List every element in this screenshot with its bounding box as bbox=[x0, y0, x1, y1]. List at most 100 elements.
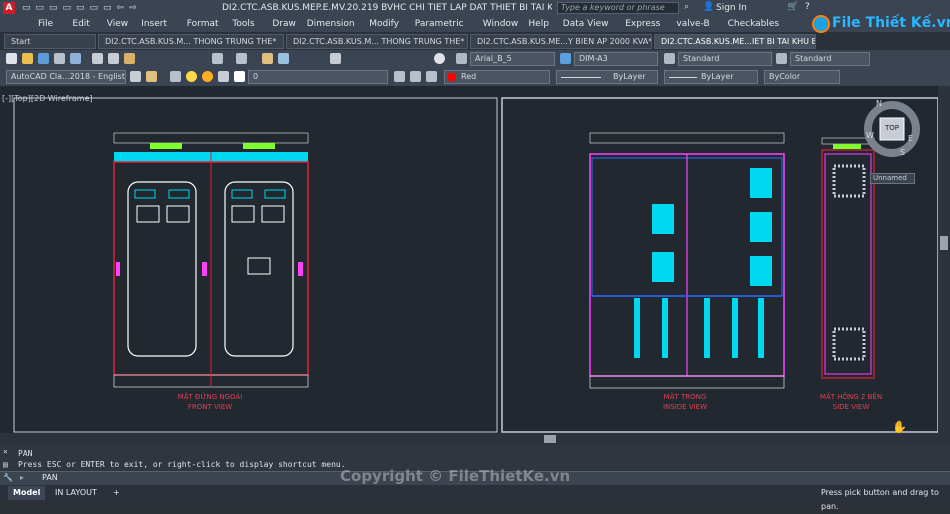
redo-icon[interactable] bbox=[236, 53, 247, 64]
vertical-scrollbar[interactable] bbox=[938, 86, 950, 433]
menu-item-file[interactable]: File bbox=[38, 19, 53, 29]
side-handle-strip bbox=[833, 144, 861, 149]
brand-text: File Thiết Kế.vn bbox=[832, 15, 950, 31]
sun-icon[interactable] bbox=[202, 71, 213, 82]
red-swatch-icon bbox=[448, 73, 456, 81]
menu-item-edit[interactable]: Edit bbox=[72, 19, 89, 29]
lightbulb-icon[interactable] bbox=[186, 71, 197, 82]
make-current-icon[interactable] bbox=[394, 71, 405, 82]
command-close-icon[interactable]: ✕ bbox=[3, 447, 8, 456]
command-input[interactable]: PAN bbox=[42, 473, 58, 482]
front-handle-right bbox=[298, 262, 303, 276]
properties-icon[interactable] bbox=[330, 53, 341, 64]
color-combo[interactable]: Red bbox=[444, 70, 550, 84]
layer-properties-icon[interactable] bbox=[146, 71, 157, 82]
inside-breaker-1 bbox=[652, 204, 674, 234]
pan-icon[interactable] bbox=[262, 53, 273, 64]
plotstyle-combo[interactable]: ByColor bbox=[764, 70, 840, 84]
ucs-menu[interactable]: Unnamed bbox=[870, 173, 915, 184]
menu-item-data-view[interactable]: Data View bbox=[563, 19, 609, 29]
add-layout-button[interactable]: + bbox=[108, 486, 125, 500]
layer-state-icon[interactable] bbox=[170, 71, 181, 82]
model-tab[interactable]: Model bbox=[8, 486, 46, 500]
menu-item-tools[interactable]: Tools bbox=[232, 19, 254, 29]
print-icon[interactable] bbox=[54, 53, 65, 64]
lineweight-combo[interactable]: ByLayer bbox=[664, 70, 758, 84]
inside-caption-2: INSIDE VIEW bbox=[662, 403, 708, 411]
help-button-icon[interactable] bbox=[434, 53, 445, 64]
wrench-icon[interactable]: 🔧 bbox=[3, 473, 13, 482]
status-bar: Model IN LAYOUT + Press pick button and … bbox=[0, 485, 950, 511]
preview-icon[interactable] bbox=[70, 53, 81, 64]
sign-in-link[interactable]: Sign In bbox=[716, 3, 747, 13]
menu-item-view[interactable]: View bbox=[107, 19, 128, 29]
multileader-style-combo[interactable]: Standard bbox=[790, 52, 870, 66]
open-icon[interactable] bbox=[22, 53, 33, 64]
undo-icon[interactable] bbox=[212, 53, 223, 64]
tab-doc-2[interactable]: DI2.CTC.ASB.KUS.M... THONG TRUNG THE* bbox=[286, 34, 468, 49]
copy-icon[interactable] bbox=[108, 53, 119, 64]
menu-item-modify[interactable]: Modify bbox=[369, 19, 399, 29]
menu-item-parametric[interactable]: Parametric bbox=[415, 19, 464, 29]
cut-icon[interactable] bbox=[92, 53, 103, 64]
toolbar-layers: AutoCAD Cla...2018 - Englist 0 Red ByLay… bbox=[0, 68, 950, 86]
side-caption-2: SIDE VIEW bbox=[832, 403, 870, 411]
dim-style-icon bbox=[560, 53, 571, 64]
app-logo-icon[interactable]: A bbox=[3, 2, 15, 14]
lock-icon[interactable] bbox=[218, 71, 229, 82]
dim-style-combo[interactable]: DIM-A3 bbox=[574, 52, 658, 66]
text-style-combo[interactable]: Arial_B_5 bbox=[470, 52, 555, 66]
save-icon[interactable] bbox=[38, 53, 49, 64]
viewcube-w-label[interactable]: W bbox=[866, 131, 874, 140]
command-settings-icon[interactable]: ▤ bbox=[3, 460, 8, 469]
drawing-area[interactable]: [-][Top][2D Wireframe] TOP N E S W Unnam… bbox=[0, 86, 950, 434]
layer-combo[interactable]: 0 bbox=[248, 70, 388, 84]
viewcube-top-label[interactable]: TOP bbox=[885, 124, 899, 132]
menu-item-window[interactable]: Window bbox=[483, 19, 519, 29]
help-icon[interactable]: ? bbox=[805, 2, 810, 12]
layer-previous-icon[interactable] bbox=[410, 71, 421, 82]
menu-item-valve-b[interactable]: valve-B bbox=[676, 19, 709, 29]
new-icon[interactable] bbox=[6, 53, 17, 64]
settings-icon[interactable] bbox=[130, 71, 141, 82]
linetype-preview-icon bbox=[561, 77, 601, 78]
layer-color-swatch-icon[interactable] bbox=[234, 71, 245, 82]
vertical-scroll-thumb[interactable] bbox=[940, 236, 948, 250]
tab-doc-3[interactable]: DI2.CTC.ASB.KUS.ME...Y BIEN AP 2000 KVA* bbox=[470, 34, 652, 49]
front-caption-2: FRONT VIEW bbox=[187, 403, 233, 411]
viewcube-e-label[interactable]: E bbox=[908, 134, 913, 143]
cart-icon[interactable]: 🛒 bbox=[787, 2, 798, 12]
layout-tab[interactable]: IN LAYOUT bbox=[50, 486, 102, 500]
status-hint: Press pick button and drag to pan. bbox=[821, 488, 939, 511]
menu-item-draw[interactable]: Draw bbox=[272, 19, 296, 29]
drawing-canvas[interactable] bbox=[0, 86, 950, 433]
layer-iso-icon[interactable] bbox=[426, 71, 437, 82]
table-style-combo[interactable]: Standard bbox=[678, 52, 772, 66]
horizontal-scroll-thumb[interactable] bbox=[544, 435, 556, 443]
paste-icon[interactable] bbox=[124, 53, 135, 64]
viewcube-s-label[interactable]: S bbox=[900, 148, 905, 157]
menu-item-express[interactable]: Express bbox=[625, 19, 660, 29]
inside-caption-1: MẶT TRONG bbox=[663, 393, 707, 401]
viewcube-n-label[interactable]: N bbox=[876, 99, 882, 108]
binoculars-icon[interactable]: ⌕ bbox=[684, 2, 689, 12]
menu-item-format[interactable]: Format bbox=[187, 19, 219, 29]
tab-doc-1[interactable]: DI2.CTC.ASB.KUS.M... THONG TRUNG THE* bbox=[98, 34, 284, 49]
menu-item-checkables[interactable]: Checkables bbox=[728, 19, 779, 29]
front-view bbox=[113, 132, 309, 388]
viewport-label[interactable]: [-][Top][2D Wireframe] bbox=[2, 94, 93, 103]
side-body bbox=[821, 149, 875, 379]
user-icon[interactable]: 👤 bbox=[703, 2, 714, 12]
inside-busbar-5 bbox=[758, 298, 764, 358]
menu-item-dimension[interactable]: Dimension bbox=[307, 19, 355, 29]
search-input[interactable]: Type a keyword or phrase bbox=[557, 2, 679, 14]
inside-dimension-top bbox=[589, 132, 785, 144]
horizontal-scrollbar[interactable] bbox=[0, 433, 950, 445]
zoom-icon[interactable] bbox=[278, 53, 289, 64]
workspace-combo[interactable]: AutoCAD Cla...2018 - Englist bbox=[6, 70, 126, 84]
linetype-combo[interactable]: ByLayer bbox=[556, 70, 658, 84]
menu-item-help[interactable]: Help bbox=[528, 19, 549, 29]
menu-item-insert[interactable]: Insert bbox=[141, 19, 167, 29]
tab-start[interactable]: Start bbox=[4, 34, 96, 49]
tab-doc-4[interactable]: DI2.CTC.ASB.KUS.ME...IET BI TAI KHU BOH bbox=[654, 34, 816, 49]
